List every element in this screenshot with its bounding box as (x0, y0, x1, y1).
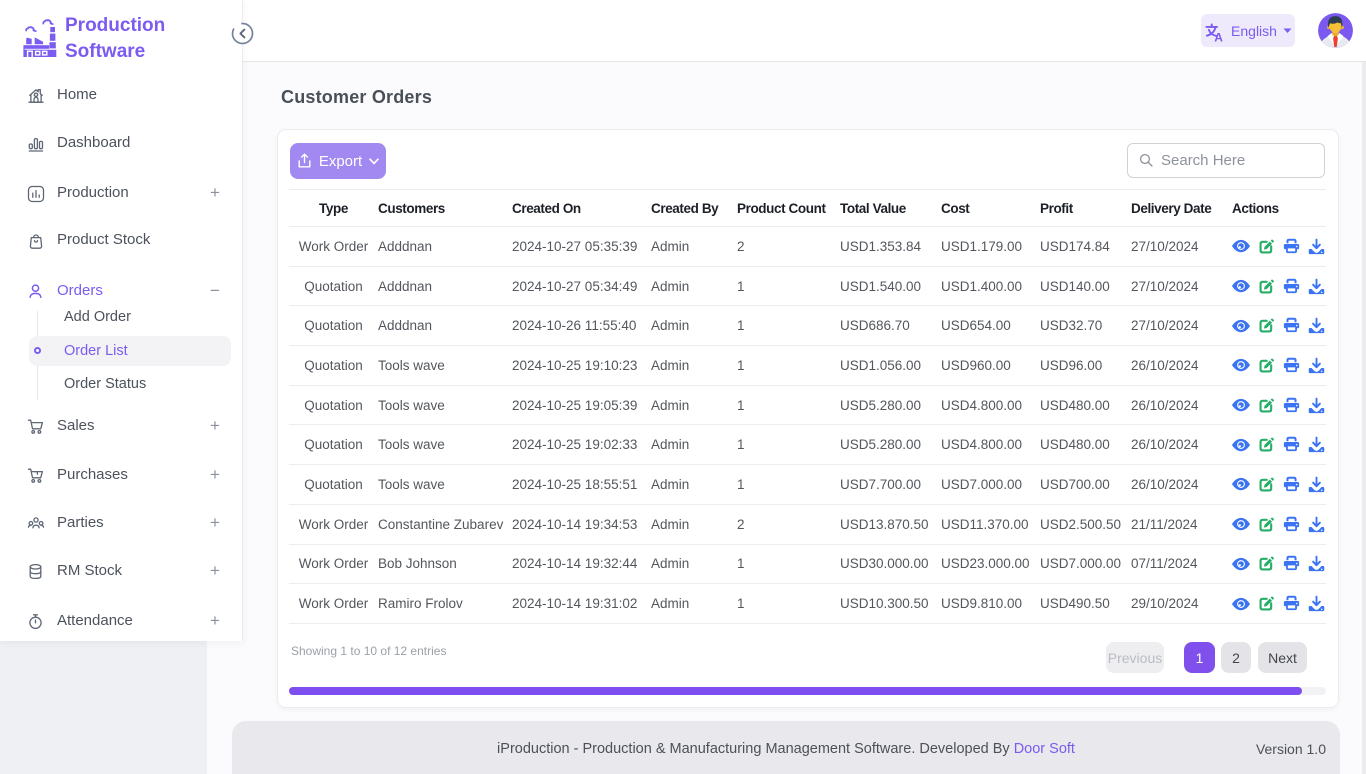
svg-text:A: A (1214, 30, 1223, 42)
